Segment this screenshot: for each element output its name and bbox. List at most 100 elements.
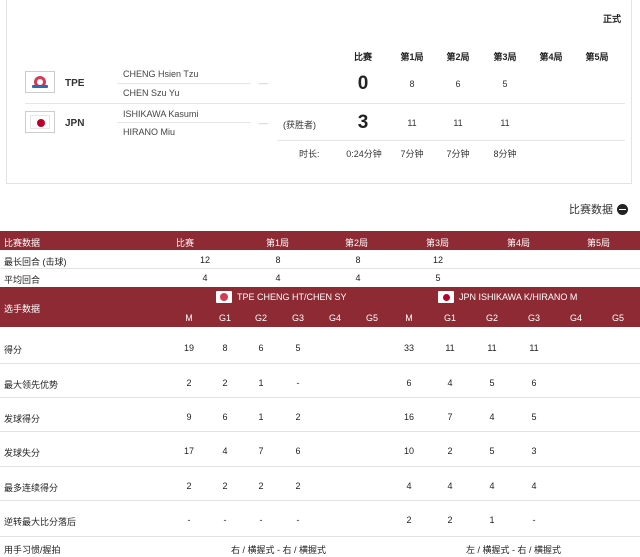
subcol: G3 <box>291 313 304 323</box>
game-score: 8 <box>409 79 415 89</box>
duration-game: 7分钟 <box>400 149 424 159</box>
player-stat-value: 11 <box>487 343 497 353</box>
player-stat-value: 4 <box>531 481 537 491</box>
player-stat-value: 3 <box>531 446 537 456</box>
row-divider <box>0 536 640 537</box>
player-stat-value: 2 <box>186 481 192 491</box>
player-stat-value: 6 <box>258 343 264 353</box>
player-name[interactable]: ISHIKAWA Kasumi <box>123 109 198 119</box>
player-stat-value: 9 <box>186 412 192 422</box>
subcol: G4 <box>569 313 582 323</box>
header-col: 第1局 <box>266 238 290 248</box>
subcol: M <box>185 313 193 323</box>
team-code-tpe: TPE <box>65 78 85 89</box>
player-stat-value: 5 <box>489 446 495 456</box>
player-stat-value: 2 <box>447 446 453 456</box>
player-name[interactable]: CHEN Szu Yu <box>123 88 179 98</box>
player-stat-value: 11 <box>445 343 455 353</box>
player-stat-value: 7 <box>258 446 264 456</box>
player-name[interactable]: HIRANO Miu <box>123 127 175 137</box>
player-stat-value: 4 <box>489 481 495 491</box>
separator-dash: — <box>259 118 268 128</box>
tpe-flag-icon <box>25 71 55 93</box>
col-game5: 第5局 <box>585 52 609 62</box>
player-stat-value: 5 <box>295 343 301 353</box>
grip-team-b: 左 / 横握式 - 右 / 横握式 <box>466 545 562 555</box>
player-stat-value: - <box>259 515 263 525</box>
player-stat-value: 4 <box>406 481 412 491</box>
stat-value: 4 <box>355 273 361 283</box>
player-stat-label: 最多连续得分 <box>4 483 59 493</box>
duration-game: 8分钟 <box>493 149 517 159</box>
player-stat-value: 2 <box>447 515 453 525</box>
player-stat-value: - <box>187 515 191 525</box>
subcol: G2 <box>485 313 498 323</box>
player-stat-value: 17 <box>183 446 194 456</box>
player-stat-value: 33 <box>403 343 414 353</box>
team-a-name: TPE CHENG HT/CHEN SY <box>237 292 347 302</box>
player-stat-value: 2 <box>222 481 228 491</box>
game-score: 11 <box>453 118 463 128</box>
stat-value: 12 <box>199 255 210 265</box>
stat-value: 8 <box>355 255 361 265</box>
row-divider <box>0 268 640 269</box>
player-stat-value: 6 <box>531 378 537 388</box>
player-stat-value: 19 <box>183 343 194 353</box>
col-game1: 第1局 <box>400 52 424 62</box>
match-score-tpe: 0 <box>357 73 369 94</box>
stat-value: 8 <box>275 255 281 265</box>
row-divider <box>0 363 640 364</box>
row-divider <box>0 500 640 501</box>
duration-game: 7分钟 <box>446 149 470 159</box>
player-stat-value: 6 <box>295 446 301 456</box>
winner-label: (获胜者) <box>283 120 316 130</box>
jpn-flag-icon <box>25 111 55 133</box>
subcol: G5 <box>365 313 378 323</box>
header-col: 第5局 <box>587 238 611 248</box>
subcol: G1 <box>443 313 456 323</box>
header-col: 比赛 <box>176 238 195 248</box>
player-stats-header: 选手数据 TPE CHENG HT/CHEN SY JPN ISHIKAWA K… <box>0 287 640 327</box>
header-col: 第3局 <box>426 238 450 248</box>
header-label: 比赛数据 <box>4 238 41 248</box>
player-stat-value: 5 <box>489 378 495 388</box>
stat-value: 12 <box>432 255 443 265</box>
match-score-jpn: 3 <box>357 112 369 133</box>
row-divider <box>0 466 640 467</box>
player-stat-value: 8 <box>222 343 228 353</box>
player-stat-label: 得分 <box>4 345 23 355</box>
player-stat-value: 16 <box>403 412 414 422</box>
divider <box>117 122 251 123</box>
player-stat-value: 2 <box>186 378 192 388</box>
match-stats-header: 比赛数据 比赛 第1局 第2局 第3局 第4局 第5局 <box>0 231 640 250</box>
player-stat-value: 10 <box>403 446 414 456</box>
player-stat-value: 6 <box>406 378 412 388</box>
duration-label: 时长: <box>299 149 320 159</box>
toggle-label: 比赛数据 <box>569 204 613 216</box>
row-divider <box>0 431 640 432</box>
team-a-header: TPE CHENG HT/CHEN SY <box>216 291 347 303</box>
game-score: 11 <box>407 118 417 128</box>
player-stat-value: 4 <box>222 446 228 456</box>
divider <box>117 83 251 84</box>
player-stats-title: 选手数据 <box>4 304 41 314</box>
player-stat-value: 2 <box>258 481 264 491</box>
match-status: 正式 <box>602 14 621 24</box>
subcol: G1 <box>218 313 231 323</box>
col-match: 比赛 <box>353 52 372 62</box>
grip-label: 用手习惯/握拍 <box>4 545 61 555</box>
header-col: 第2局 <box>345 238 369 248</box>
player-stat-value: - <box>223 515 227 525</box>
header-col: 第4局 <box>507 238 531 248</box>
player-name[interactable]: CHENG Hsien Tzu <box>123 69 198 79</box>
player-stat-value: 5 <box>531 412 537 422</box>
match-stats-toggle[interactable]: 比赛数据 <box>569 201 628 217</box>
row-divider <box>0 397 640 398</box>
player-stat-value: 1 <box>258 412 264 422</box>
stat-value: 4 <box>275 273 281 283</box>
tpe-flag-icon <box>216 291 232 303</box>
player-stat-label: 最大领先优势 <box>4 380 59 390</box>
player-stat-value: - <box>296 515 300 525</box>
player-stat-value: 11 <box>529 343 539 353</box>
player-stat-value: 4 <box>447 481 453 491</box>
